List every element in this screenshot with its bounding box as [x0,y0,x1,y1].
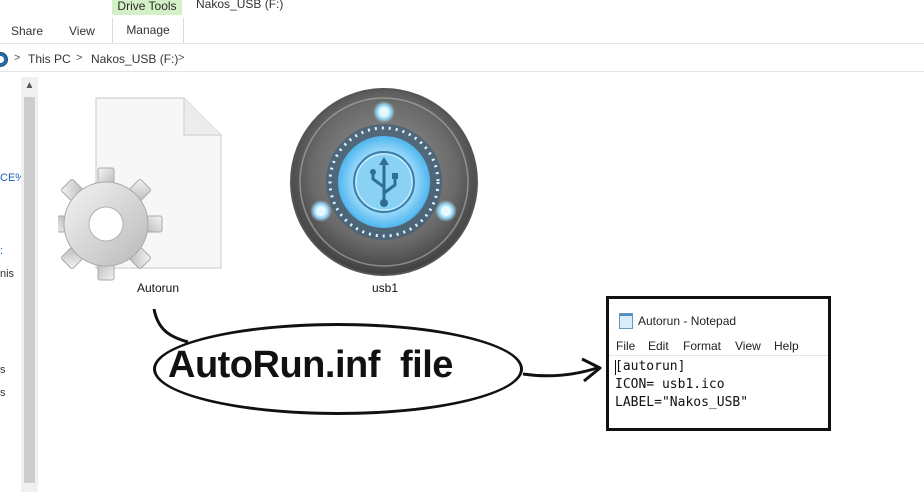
notepad-line[interactable]: ICON= usb1.ico [615,377,725,392]
notepad-line[interactable]: LABEL="Nakos_USB" [615,395,748,410]
menu-edit[interactable]: Edit [648,339,669,353]
menu-file[interactable]: File [616,339,635,353]
notepad-line[interactable]: [autorun] [615,359,685,374]
menu-divider [609,355,828,356]
menu-format[interactable]: Format [683,339,721,353]
connector-line [152,308,189,344]
notepad-title: Autorun - Notepad [638,314,737,328]
annotation-label: AutoRun.inf file [168,344,453,386]
menu-help[interactable]: Help [774,339,799,353]
notepad-icon [619,313,633,329]
arrow-line [522,366,598,378]
notepad-window[interactable]: Autorun - Notepad File Edit Format View … [606,296,831,431]
menu-view[interactable]: View [735,339,761,353]
